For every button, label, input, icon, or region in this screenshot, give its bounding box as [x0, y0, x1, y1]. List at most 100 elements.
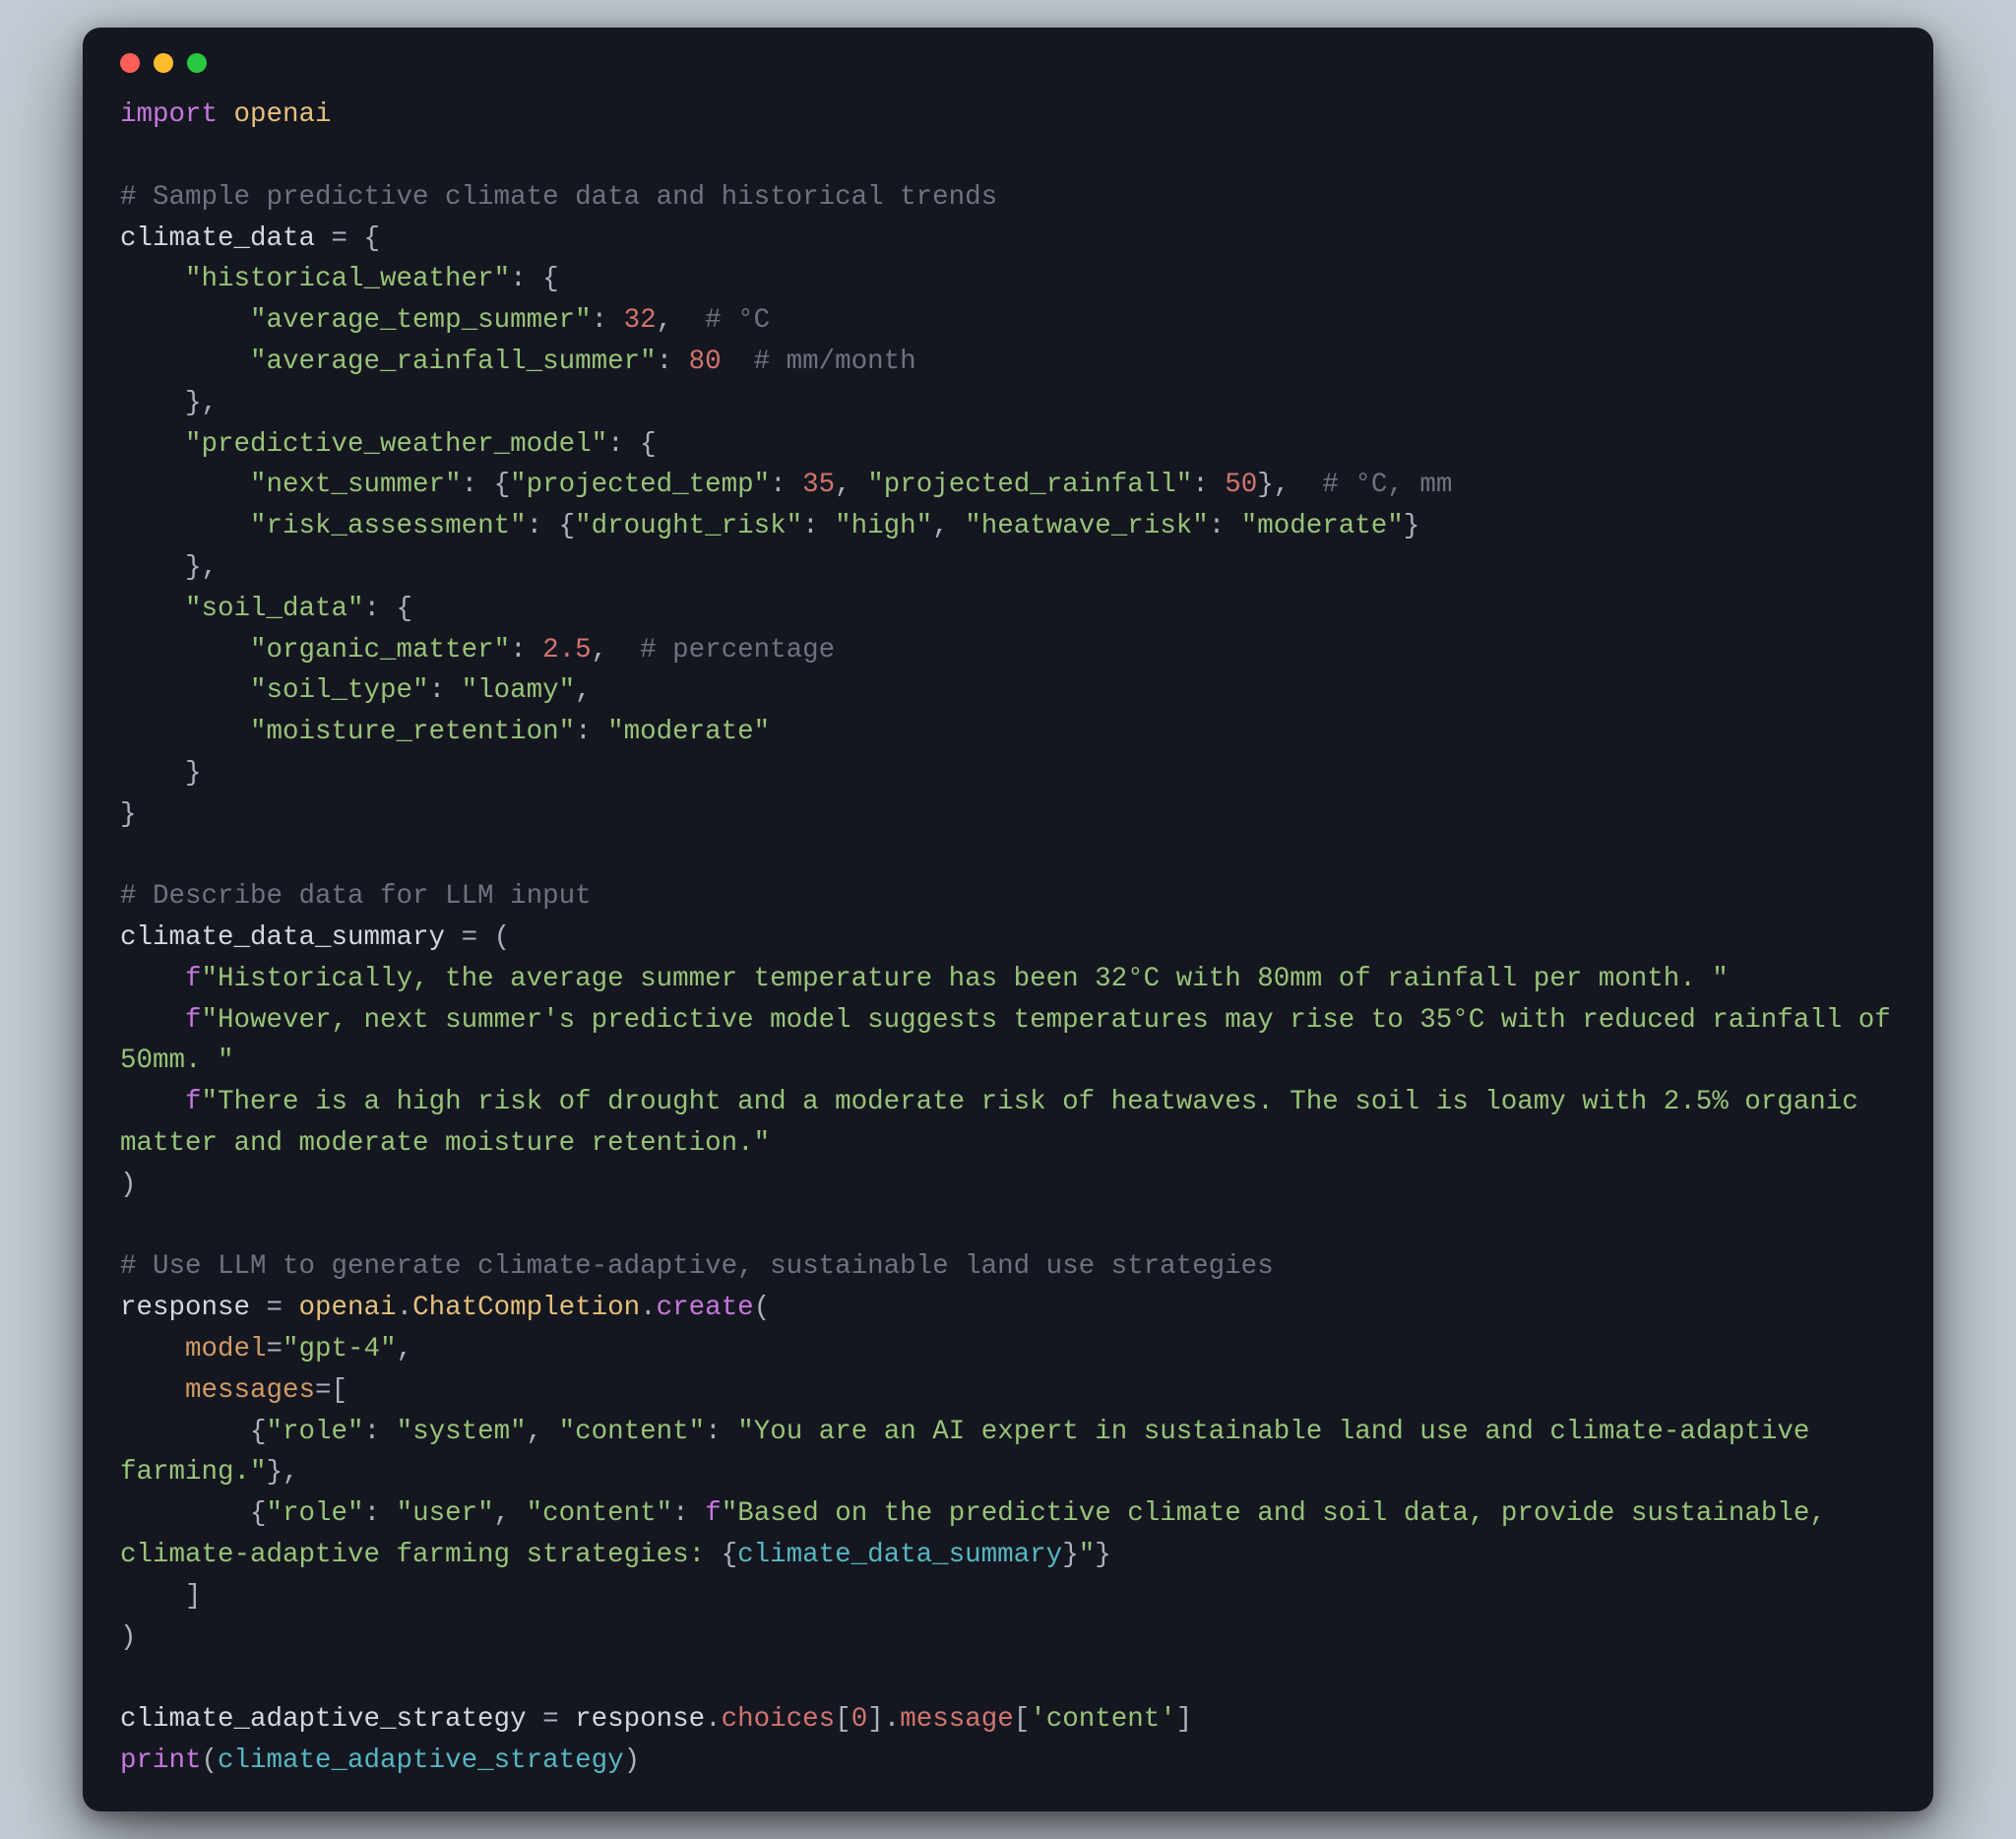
token-punct: : — [802, 511, 835, 541]
token-punct: , — [397, 1334, 413, 1364]
window-titlebar — [120, 53, 1896, 95]
token-fstr: f — [185, 1087, 202, 1117]
token-num: 80 — [689, 347, 722, 377]
token-punct: = — [267, 1334, 284, 1364]
token-fstr: f — [705, 1498, 722, 1529]
token-punct: : { — [527, 511, 576, 541]
token-str: "user" — [397, 1498, 494, 1529]
token-punct: : — [705, 1417, 737, 1447]
token-num: 0 — [851, 1704, 868, 1735]
code-editor[interactable]: import openai # Sample predictive climat… — [120, 95, 1896, 1782]
token-punct: . — [640, 1293, 657, 1323]
token-punct: ( — [754, 1293, 771, 1323]
token-punct: { — [722, 1540, 738, 1570]
token-str: "Historically, the average summer temper… — [202, 964, 1729, 994]
token-punct: = — [542, 1704, 575, 1735]
token-kw: import — [120, 99, 218, 130]
token-comment: # Use LLM to generate climate-adaptive, … — [120, 1251, 1274, 1282]
token-punct: : — [672, 1498, 705, 1529]
token-punct: = { — [332, 223, 381, 254]
token-punct: : — [575, 717, 607, 747]
token-punct: : — [657, 347, 689, 377]
code-window: import openai # Sample predictive climat… — [83, 28, 1933, 1811]
token-attr: choices — [722, 1704, 836, 1735]
token-ident: climate_adaptive_strategy — [218, 1745, 624, 1776]
zoom-icon[interactable] — [187, 53, 207, 73]
token-param: messages — [185, 1375, 315, 1406]
token-punct: ] — [1176, 1704, 1193, 1735]
minimize-icon[interactable] — [154, 53, 173, 73]
token-punct: }, — [267, 1457, 299, 1488]
token-str: "However, next summer's predictive model… — [120, 1005, 1907, 1077]
token-punct: [ — [1014, 1704, 1031, 1735]
token-punct: : { — [607, 429, 657, 460]
token-str: "average_rainfall_summer" — [250, 347, 657, 377]
token-punct: : — [770, 470, 802, 500]
token-mod: openai — [234, 99, 332, 130]
token-str: "moderate" — [1241, 511, 1404, 541]
token-punct: : — [592, 305, 624, 336]
token-str: "There is a high risk of drought and a m… — [120, 1087, 1874, 1159]
token-punct: , — [657, 305, 673, 336]
token-fstr: f — [185, 964, 202, 994]
token-punct: }, — [185, 552, 218, 583]
token-punct: : — [1209, 511, 1241, 541]
token-comment: # percentage — [640, 635, 835, 666]
token-punct: : — [364, 1498, 397, 1529]
token-var: climate_adaptive_strategy — [120, 1704, 542, 1735]
token-fn: print — [120, 1745, 202, 1776]
token-punct: , — [835, 470, 867, 500]
token-punct: , — [592, 635, 608, 666]
token-punct: : — [364, 1417, 397, 1447]
token-var: response — [575, 1704, 705, 1735]
token-str: "projected_temp" — [510, 470, 770, 500]
token-punct: ] — [185, 1581, 202, 1612]
token-comment: # mm/month — [754, 347, 916, 377]
token-fn: create — [657, 1293, 754, 1323]
token-str: "role" — [267, 1498, 364, 1529]
token-punct: : — [510, 635, 542, 666]
token-str: "risk_assessment" — [250, 511, 527, 541]
token-comment: # Sample predictive climate data and his… — [120, 182, 997, 213]
token-punct: : { — [510, 264, 559, 294]
token-str: " — [1079, 1540, 1096, 1570]
token-punct: . — [705, 1704, 722, 1735]
token-str: "heatwave_risk" — [965, 511, 1209, 541]
token-str: "next_summer" — [250, 470, 462, 500]
token-mod: ChatCompletion — [412, 1293, 640, 1323]
token-comment: # °C — [705, 305, 770, 336]
token-str: "projected_rainfall" — [867, 470, 1192, 500]
token-punct: }, — [185, 388, 218, 418]
token-var: climate_data — [120, 223, 332, 254]
token-str: "content" — [559, 1417, 706, 1447]
token-punct: { — [250, 1498, 267, 1529]
token-punct: : — [429, 675, 462, 706]
token-punct: } — [1062, 1540, 1079, 1570]
token-str: "historical_weather" — [185, 264, 510, 294]
token-punct: =[ — [315, 1375, 347, 1406]
token-punct: , — [494, 1498, 527, 1529]
token-punct: = — [267, 1293, 299, 1323]
token-str: "loamy" — [462, 675, 576, 706]
token-punct: } — [1404, 511, 1420, 541]
token-num: 35 — [802, 470, 835, 500]
token-str: 'content' — [1030, 1704, 1176, 1735]
token-punct: , — [932, 511, 965, 541]
close-icon[interactable] — [120, 53, 140, 73]
token-punct: , — [575, 675, 592, 706]
token-punct: }, — [1257, 470, 1290, 500]
token-punct: } — [120, 799, 137, 830]
token-punct: ) — [624, 1745, 641, 1776]
token-punct: ) — [120, 1622, 137, 1653]
token-str: "soil_data" — [185, 594, 364, 624]
token-punct: [ — [835, 1704, 851, 1735]
token-str: "organic_matter" — [250, 635, 510, 666]
token-punct: } — [1095, 1540, 1111, 1570]
token-str: "average_temp_summer" — [250, 305, 592, 336]
token-punct: ]. — [867, 1704, 900, 1735]
token-comment: # °C, mm — [1322, 470, 1452, 500]
token-num: 2.5 — [542, 635, 592, 666]
token-punct: { — [250, 1417, 267, 1447]
token-str: "high" — [835, 511, 932, 541]
token-str: "role" — [267, 1417, 364, 1447]
